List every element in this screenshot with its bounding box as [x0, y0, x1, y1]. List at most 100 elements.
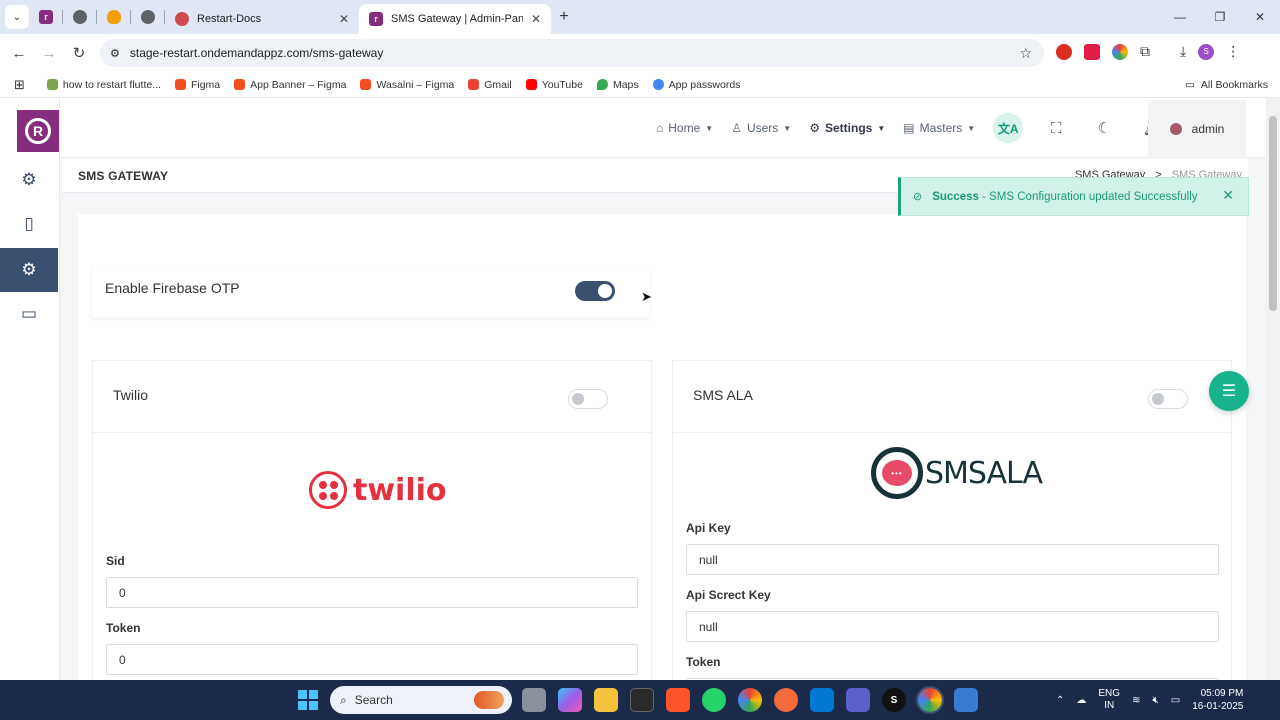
api-key-label: Api Key [686, 521, 731, 535]
clock[interactable]: 05:09 PM 16-01-2025 [1192, 687, 1243, 713]
figma-icon [234, 79, 246, 90]
bookmark-favicon [46, 79, 58, 90]
close-window-icon[interactable]: ✕ [1240, 0, 1280, 34]
vscode-icon[interactable] [810, 688, 834, 712]
menu-users[interactable]: ♙ Users ▼ [731, 121, 791, 135]
token-label: Token [106, 621, 141, 635]
page-scrollbar[interactable] [1266, 98, 1280, 680]
fullscreen-icon[interactable]: ⛶ [1041, 113, 1071, 143]
bookmark-item[interactable]: App passwords [652, 79, 740, 91]
twilio-toggle[interactable] [568, 389, 608, 409]
windows-start-icon[interactable] [298, 690, 318, 710]
lang-region: IN [1104, 700, 1115, 711]
toast-message: - SMS Configuration updated Successfully [982, 190, 1198, 203]
scrollbar-thumb[interactable] [1269, 116, 1277, 311]
pinned-tab[interactable] [131, 0, 165, 34]
close-tab-icon[interactable]: ✕ [339, 12, 349, 26]
camera-app-icon[interactable] [954, 688, 978, 712]
file-explorer-icon[interactable] [594, 688, 618, 712]
sidebar-settings-gear-icon[interactable]: ⚙ [0, 158, 58, 202]
globe-favicon [73, 10, 87, 24]
page-title: SMS GATEWAY [78, 169, 169, 183]
minimize-icon[interactable]: — [1160, 0, 1200, 34]
close-tab-icon[interactable]: ✕ [531, 12, 541, 26]
search-highlight-icon [474, 691, 504, 709]
pinned-tab[interactable] [63, 0, 97, 34]
translate-icon[interactable]: 文A [993, 113, 1024, 143]
bookmark-item[interactable]: Wasalni – Figma [360, 79, 454, 91]
app-logo[interactable]: R [17, 110, 59, 152]
new-tab-plus-icon[interactable]: + [551, 8, 577, 26]
sidebar-laptop-icon[interactable]: ▭ [0, 292, 58, 336]
more-menu-icon[interactable]: ⋮ [1226, 43, 1240, 60]
api-secret-key-input[interactable]: null [686, 611, 1219, 642]
tab-title: SMS Gateway | Admin-Panel [391, 13, 523, 25]
taskbar-search[interactable]: ⌕ Search [330, 686, 512, 714]
language-indicator[interactable]: ENG IN [1098, 688, 1120, 712]
restore-icon[interactable]: ❐ [1200, 0, 1240, 34]
browser-tab-active[interactable]: r SMS Gateway | Admin-Panel ✕ [359, 4, 551, 34]
bookmark-label: Maps [612, 78, 639, 91]
apps-grid-icon[interactable]: ⊞ [14, 77, 25, 93]
postman-icon[interactable] [774, 688, 798, 712]
menu-masters[interactable]: ▤ Masters ▼ [903, 121, 975, 135]
toast-status: Success [932, 190, 979, 203]
terminal-icon[interactable] [630, 688, 654, 712]
dark-mode-moon-icon[interactable]: ☾ [1089, 113, 1119, 143]
sidebar-mobile-icon[interactable]: ▯ [0, 202, 58, 246]
download-icon[interactable]: ⤓ [1180, 43, 1186, 60]
tab-search-chevron-icon[interactable]: ⌄ [5, 5, 29, 29]
adblock-extension-icon[interactable] [1056, 43, 1072, 60]
bookmark-star-icon[interactable]: ☆ [1019, 45, 1032, 62]
profile-avatar[interactable]: S [1198, 43, 1215, 60]
bookmark-item[interactable]: App Banner – Figma [234, 79, 346, 91]
menu-settings[interactable]: ⚙ Settings ▼ [809, 121, 885, 135]
bookmark-item[interactable]: Gmail [468, 79, 512, 91]
firebase-otp-toggle[interactable] [575, 281, 615, 301]
firebase-otp-card: Enable Firebase OTP [92, 266, 650, 318]
task-view-icon[interactable] [522, 688, 546, 712]
smsala-token-label: Token [686, 655, 721, 669]
shield-extension-icon[interactable] [1084, 43, 1100, 60]
token-input[interactable]: 0 [106, 644, 638, 675]
onedrive-sync-icon[interactable]: ☁ [1076, 695, 1086, 706]
bookmark-item[interactable]: YouTube [525, 79, 583, 91]
copilot-icon[interactable] [558, 688, 582, 712]
battery-icon[interactable]: ▭ [1171, 695, 1180, 706]
chrome-icon[interactable] [738, 688, 762, 712]
menu-home[interactable]: ⌂ Home ▼ [656, 121, 713, 135]
api-key-input[interactable]: null [686, 544, 1219, 575]
floating-filter-button[interactable]: ☰ [1209, 371, 1249, 411]
volume-muted-icon[interactable]: 🔇︎ [1152, 695, 1158, 706]
all-bookmarks[interactable]: ▭ All Bookmarks [1185, 79, 1268, 91]
colorful-extension-icon[interactable] [1112, 43, 1128, 60]
back-arrow-icon[interactable]: ← [4, 45, 34, 62]
toast-close-icon[interactable]: ✕ [1222, 187, 1234, 204]
forward-arrow-icon[interactable]: → [34, 45, 64, 62]
twilio-title: Twilio [113, 387, 149, 403]
smsala-title: SMS ALA [693, 387, 753, 403]
bookmark-item[interactable]: Figma [174, 79, 220, 91]
chrome-profile-icon[interactable] [916, 686, 944, 714]
tray-chevron-up-icon[interactable]: ⌃ [1056, 695, 1064, 706]
home-icon: ⌂ [656, 121, 664, 135]
admin-profile[interactable]: admin [1148, 100, 1246, 158]
url-bar[interactable]: ⚙ stage-restart.ondemandappz.com/sms-gat… [100, 39, 1044, 67]
s-app-icon[interactable]: S [882, 688, 906, 712]
sidebar-gears-icon[interactable]: ⚙ [0, 248, 58, 292]
bookmark-item[interactable]: Maps [596, 78, 639, 91]
teams-icon[interactable] [846, 688, 870, 712]
brave-icon[interactable] [666, 688, 690, 712]
site-settings-icon[interactable]: ⚙ [110, 47, 120, 60]
twilio-logo-text: twilio [353, 472, 447, 508]
puzzle-extensions-icon[interactable]: ⧉ [1140, 43, 1150, 60]
browser-tab[interactable]: Restart-Docs ✕ [165, 4, 359, 34]
sid-input[interactable]: 0 [106, 577, 638, 608]
wifi-icon[interactable]: ≋ [1132, 695, 1140, 706]
smsala-toggle[interactable] [1148, 389, 1188, 409]
bookmark-item[interactable]: how to restart flutte... [46, 79, 161, 91]
pinned-tab[interactable] [97, 0, 131, 34]
pinned-tab[interactable]: r [29, 0, 63, 34]
reload-icon[interactable]: ↻ [64, 44, 94, 62]
whatsapp-icon[interactable] [702, 688, 726, 712]
